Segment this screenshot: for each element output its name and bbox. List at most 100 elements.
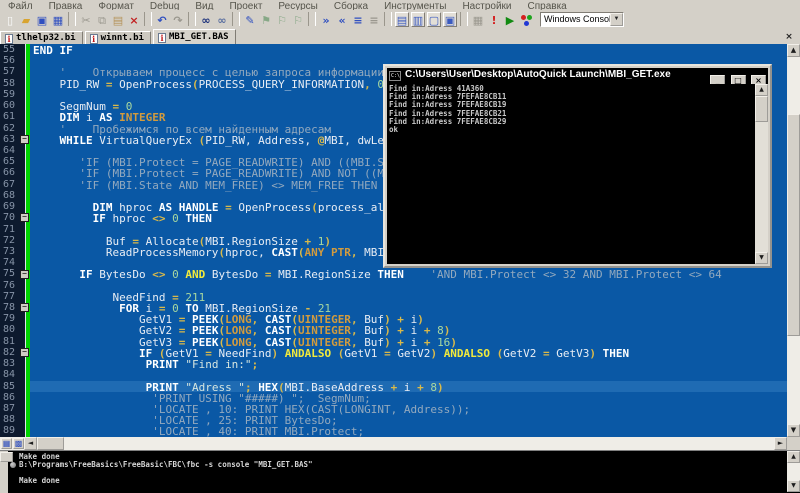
line-number: 74 xyxy=(0,257,25,268)
log-scroll-up-icon[interactable]: ▲ xyxy=(787,451,800,463)
find-icon[interactable]: ∞ xyxy=(199,12,213,27)
toolbar-separator xyxy=(308,12,316,26)
uncomment-block-icon[interactable]: ≡ xyxy=(367,12,381,27)
goto-icon[interactable]: ✎ xyxy=(243,12,257,27)
console-target-select[interactable]: Windows Console ▼ xyxy=(540,12,624,27)
bookmark-next-icon[interactable]: ⚐ xyxy=(291,12,305,27)
line-number: 59 xyxy=(0,89,25,100)
tab-mbi-get-bas[interactable]: iMBI_GET.BAS xyxy=(153,29,236,45)
code-token: OpenProcess xyxy=(119,78,192,91)
editor-scroll-left-icon[interactable]: ◄ xyxy=(24,437,37,450)
code-line[interactable]: GetV3 = PEEK(LONG, CAST(UINTEGER, Buf) +… xyxy=(30,336,787,347)
copy-icon[interactable]: ⧉ xyxy=(95,12,109,27)
undo-icon[interactable]: ↶ xyxy=(155,12,169,27)
make-icon[interactable]: ▦ xyxy=(471,12,485,27)
menu-item[interactable]: Справка xyxy=(520,0,575,10)
line-number: 84 xyxy=(0,369,25,380)
find-replace-icon[interactable]: ∞ xyxy=(215,12,229,27)
delete-icon[interactable]: × xyxy=(127,12,141,27)
line-number: 71 xyxy=(0,224,25,235)
code-line[interactable]: IF (GetV1 = NeedFind) ANDALSO (GetV1 = G… xyxy=(30,347,787,358)
cut-icon[interactable]: ✂ xyxy=(79,12,93,27)
code-token: 'IF (MBI.State AND MEM_FREE) <> MEM_FREE… xyxy=(33,179,377,192)
menu-item[interactable]: Файл xyxy=(0,0,41,10)
fold-marker[interactable]: − xyxy=(20,270,29,279)
paste-icon[interactable]: ▤ xyxy=(111,12,125,27)
new-file-icon[interactable]: ▯ xyxy=(3,12,17,27)
code-token: ) xyxy=(271,347,284,360)
code-token: MBI xyxy=(364,246,384,259)
line-number-gutter: 5556575859606162636465666768697071727374… xyxy=(0,44,25,437)
menu-item[interactable]: Вид xyxy=(187,0,221,10)
editor-scroll-up-icon[interactable]: ▲ xyxy=(787,44,800,57)
log-scroll-down-icon[interactable]: ▼ xyxy=(787,480,800,492)
line-number: 57 xyxy=(0,66,25,77)
menu-item[interactable]: Правка xyxy=(41,0,91,10)
line-number: 61 xyxy=(0,111,25,122)
view-properties-icon[interactable]: ▣ xyxy=(443,12,457,27)
code-token: THEN xyxy=(603,347,630,360)
menu-item[interactable]: Настройки xyxy=(454,0,519,10)
save-icon[interactable]: ▣ xyxy=(35,12,49,27)
quick-run-icon[interactable]: ! xyxy=(487,12,501,27)
tab-tlhelp32-bi[interactable]: itlhelp32.bi xyxy=(0,31,83,45)
bookmark-toggle-icon[interactable]: ⚑ xyxy=(259,12,273,27)
compile-run-icon[interactable]: ▶ xyxy=(503,12,517,27)
console-title-bar[interactable]: C:\ C:\Users\User\Desktop\AutoQuick Laun… xyxy=(387,68,768,84)
code-line[interactable]: GetV1 = PEEK(LONG, CAST(UINTEGER, Buf) +… xyxy=(30,313,787,324)
view-gui-icon[interactable]: ▢ xyxy=(427,12,441,27)
menu-item[interactable]: Инструменты xyxy=(376,0,454,10)
code-line[interactable]: 'LOCATE , 40: PRINT MBI.Protect; xyxy=(30,425,787,436)
code-line[interactable]: FOR i = 0 TO MBI.RegionSize - 21 xyxy=(30,302,787,313)
console-vscrollbar-thumb[interactable] xyxy=(755,96,768,122)
code-line[interactable]: NeedFind = 211 xyxy=(30,291,787,302)
menu-item[interactable]: Сборка xyxy=(326,0,376,10)
code-line[interactable]: 'LOCATE , 10: PRINT HEX(CAST(LONGINT, Ad… xyxy=(30,403,787,414)
fold-marker[interactable]: − xyxy=(20,348,29,357)
rgb-resource-icon[interactable] xyxy=(519,12,533,27)
code-token: GetV2 xyxy=(503,347,543,360)
code-line[interactable]: END IF xyxy=(30,44,787,55)
comment-block-icon[interactable]: ≡ xyxy=(351,12,365,27)
console-target-value: Windows Console xyxy=(544,13,616,26)
code-line[interactable]: GetV2 = PEEK(LONG, CAST(UINTEGER, Buf) +… xyxy=(30,324,787,335)
fold-toggle-icon[interactable]: ▩ xyxy=(13,438,24,449)
log-pane-grip[interactable] xyxy=(0,452,13,462)
code-line[interactable]: IF BytesDo <> 0 AND BytesDo = MBI.Region… xyxy=(30,268,787,279)
fold-marker[interactable]: − xyxy=(20,213,29,222)
editor-vscrollbar-thumb[interactable] xyxy=(787,114,800,336)
close-tab-button[interactable]: × xyxy=(783,31,795,43)
view-console-icon[interactable]: ▥ xyxy=(411,12,425,27)
chevron-down-icon[interactable]: ▼ xyxy=(610,13,623,26)
line-number: 62 xyxy=(0,123,25,134)
menu-item[interactable]: Debug xyxy=(142,0,187,10)
save-all-icon[interactable]: ▦ xyxy=(51,12,65,27)
editor-scroll-right-icon[interactable]: ► xyxy=(774,437,787,450)
bookmark-prev-icon[interactable]: ⚐ xyxy=(275,12,289,27)
editor-hscrollbar-thumb[interactable] xyxy=(37,437,64,450)
editor-scroll-down-icon[interactable]: ▼ xyxy=(787,424,800,437)
code-token: ( xyxy=(311,201,318,214)
fold-marker[interactable]: − xyxy=(20,303,29,312)
margin-toggle-icon[interactable]: ▦ xyxy=(1,438,12,449)
redo-icon[interactable]: ↷ xyxy=(171,12,185,27)
menu-item[interactable]: Формат xyxy=(90,0,142,10)
code-token: GetV3 xyxy=(556,347,589,360)
code-token: IF xyxy=(33,268,99,281)
menu-item[interactable]: Ресурсы xyxy=(270,0,325,10)
log-vscrollbar-track[interactable] xyxy=(787,463,800,480)
indent-icon[interactable]: » xyxy=(319,12,333,27)
tab-winnt-bi[interactable]: iwinnt.bi xyxy=(85,31,151,45)
open-file-icon[interactable]: ▰ xyxy=(19,12,33,27)
console-scroll-down-icon[interactable]: ▼ xyxy=(755,252,768,264)
outdent-icon[interactable]: « xyxy=(335,12,349,27)
code-line[interactable]: PRINT "Adress "; HEX(MBI.BaseAddress + i… xyxy=(30,381,787,392)
view-compiler-log-icon[interactable]: ▤ xyxy=(395,12,409,27)
console-output-window[interactable]: C:\ C:\Users\User\Desktop\AutoQuick Laun… xyxy=(383,64,772,268)
editor-hscrollbar-track[interactable] xyxy=(0,437,787,450)
code-token: PROCESS_QUERY_INFORMATION xyxy=(199,78,365,91)
console-line: ok xyxy=(387,126,754,134)
menu-item[interactable]: Проект xyxy=(221,0,270,10)
fold-marker[interactable]: − xyxy=(20,135,29,144)
console-scroll-up-icon[interactable]: ▲ xyxy=(755,84,768,96)
